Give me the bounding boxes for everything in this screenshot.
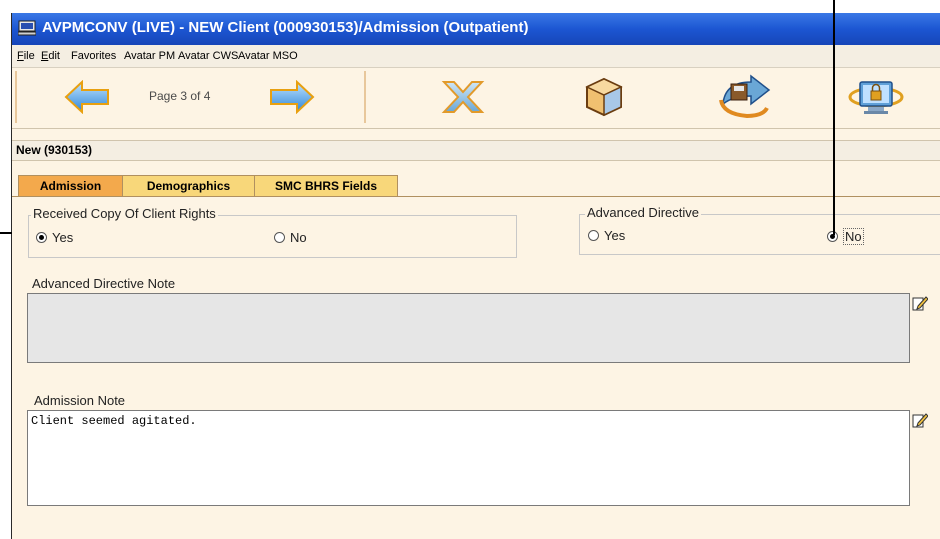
edit-note-icon[interactable] bbox=[912, 412, 928, 428]
tab-admission[interactable]: Admission bbox=[18, 175, 123, 196]
box-icon[interactable] bbox=[583, 76, 625, 118]
menu-avatar-cws[interactable]: Avatar CWS bbox=[178, 50, 238, 62]
title-bar: AVPMCONV (LIVE) - NEW Client (000930153)… bbox=[12, 13, 940, 45]
record-status-bar: New (930153) bbox=[12, 140, 940, 161]
radio-unselected-icon bbox=[274, 232, 285, 243]
tab-demographics[interactable]: Demographics bbox=[122, 175, 255, 196]
client-rights-label: Received Copy Of Client Rights bbox=[31, 206, 218, 221]
callout-line bbox=[0, 232, 12, 234]
edit-note-icon[interactable] bbox=[912, 295, 928, 311]
client-rights-group bbox=[28, 215, 517, 258]
toolbar-separator bbox=[364, 71, 366, 123]
record-label: New (930153) bbox=[16, 143, 93, 157]
menu-avatar-mso[interactable]: Avatar MSO bbox=[238, 50, 298, 62]
menu-favorites[interactable]: Favorites bbox=[71, 50, 116, 62]
page-indicator: Page 3 of 4 bbox=[149, 89, 211, 103]
tab-smc-bhrs-fields[interactable]: SMC BHRS Fields bbox=[254, 175, 398, 196]
application-window: AVPMCONV (LIVE) - NEW Client (000930153)… bbox=[11, 13, 940, 539]
window-title: AVPMCONV (LIVE) - NEW Client (000930153)… bbox=[42, 19, 529, 36]
admission-note-label: Admission Note bbox=[34, 393, 126, 408]
tab-divider bbox=[12, 196, 940, 197]
callout-line bbox=[833, 0, 835, 235]
menu-avatar-pm[interactable]: Avatar PM bbox=[124, 50, 175, 62]
advanced-directive-note-field[interactable] bbox=[27, 293, 910, 363]
advanced-directive-group bbox=[579, 214, 940, 255]
back-arrow-icon[interactable] bbox=[64, 80, 110, 114]
secure-monitor-icon[interactable] bbox=[848, 76, 904, 118]
menu-bar: File Edit Favorites Avatar PM Avatar CWS… bbox=[12, 45, 940, 68]
toolbar-separator bbox=[15, 71, 17, 123]
client-rights-yes-radio[interactable]: Yes bbox=[36, 230, 73, 245]
computer-icon bbox=[18, 20, 36, 36]
menu-edit[interactable]: Edit bbox=[41, 50, 60, 62]
discard-x-icon[interactable] bbox=[440, 78, 486, 116]
radio-selected-icon bbox=[36, 232, 47, 243]
menu-file[interactable]: File bbox=[17, 50, 35, 62]
forward-arrow-icon[interactable] bbox=[269, 80, 315, 114]
submit-disk-icon[interactable] bbox=[717, 74, 781, 120]
toolbar: Page 3 of 4 bbox=[12, 68, 940, 129]
radio-unselected-icon bbox=[588, 230, 599, 241]
advanced-directive-yes-radio[interactable]: Yes bbox=[588, 228, 625, 243]
admission-note-field[interactable]: Client seemed agitated. bbox=[27, 410, 910, 506]
advanced-directive-label: Advanced Directive bbox=[585, 205, 701, 220]
client-rights-no-radio[interactable]: No bbox=[274, 230, 307, 245]
advanced-directive-note-label: Advanced Directive Note bbox=[32, 276, 176, 291]
